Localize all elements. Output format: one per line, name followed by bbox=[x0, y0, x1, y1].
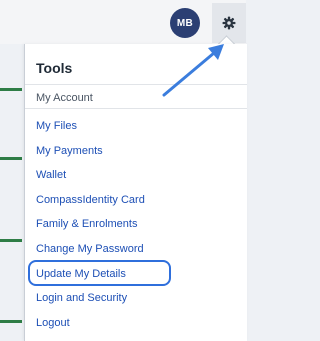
annotation-arrow bbox=[162, 44, 224, 97]
